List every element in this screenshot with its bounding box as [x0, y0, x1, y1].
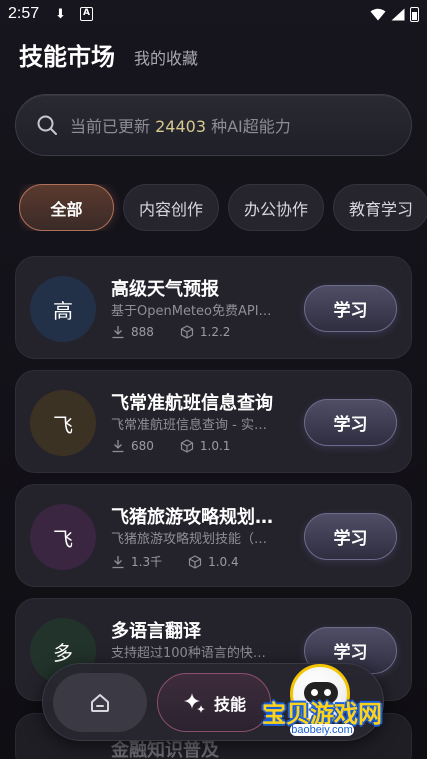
skill-card[interactable]: 飞 飞猪旅游攻略规划… 飞猪旅游攻略规划技能（… 1.3千 1.0.4 学习: [15, 484, 412, 587]
search-suffix: 种AI超能力: [211, 117, 291, 136]
learn-button[interactable]: 学习: [304, 513, 397, 560]
skill-description: 基于OpenMeteo免费API…: [111, 304, 272, 319]
download-icon: ⬇: [55, 7, 66, 22]
version: 1.0.1: [199, 439, 231, 453]
page-title[interactable]: 技能市场: [19, 37, 115, 72]
skill-count: 24403: [155, 117, 207, 136]
signal-icon: [391, 8, 405, 21]
category-chips: 全部 内容创作 办公协作 教育学习: [19, 184, 427, 231]
skill-card[interactable]: 高 高级天气预报 基于OpenMeteo免费API… 888 1.2.2 学习: [15, 256, 412, 359]
version: 1.2.2: [199, 325, 231, 339]
download-count: 1.3千: [131, 555, 163, 569]
skill-title: 飞猪旅游攻略规划…: [111, 507, 273, 528]
tab-my-favorites[interactable]: 我的收藏: [134, 45, 198, 69]
download-count: 680: [131, 439, 154, 453]
package-icon: [188, 554, 202, 569]
package-icon: [180, 439, 194, 453]
chip-all[interactable]: 全部: [19, 184, 114, 231]
skill-meta: 1.3千 1.0.4: [111, 553, 239, 570]
search-placeholder: 当前已更新 24403 种AI超能力: [70, 113, 291, 137]
skill-title: 飞常准航班信息查询: [111, 393, 273, 414]
version: 1.0.4: [208, 554, 239, 569]
status-bar: 2:57 ⬇ A: [0, 0, 427, 30]
chip-office-collab[interactable]: 办公协作: [228, 184, 324, 231]
skill-meta: 888 1.2.2: [111, 325, 230, 339]
skill-title: 高级天气预报: [111, 279, 219, 300]
battery-icon: [410, 7, 419, 22]
search-prefix: 当前已更新: [70, 117, 151, 136]
chip-education[interactable]: 教育学习: [333, 184, 427, 231]
watermark-logo: 宝贝游戏网 baobeiy.com: [252, 664, 392, 749]
avatar: 高: [30, 276, 96, 342]
home-icon: [91, 693, 109, 712]
chip-content-creation[interactable]: 内容创作: [123, 184, 219, 231]
skill-description: 飞猪旅游攻略规划技能（…: [111, 532, 268, 547]
avatar: 飞: [30, 504, 96, 570]
download-count-icon: [112, 440, 124, 453]
search-bar[interactable]: 当前已更新 24403 种AI超能力: [15, 94, 412, 156]
wifi-icon: [370, 8, 386, 21]
status-time: 2:57: [8, 5, 40, 22]
skill-title: 多语言翻译: [111, 621, 201, 642]
skill-meta: 680 1.0.1: [111, 439, 230, 453]
watermark-url: baobeiy.com: [290, 724, 354, 736]
nav-home-button[interactable]: [53, 673, 147, 732]
nav-skill-label: 技能: [213, 694, 246, 714]
learn-button[interactable]: 学习: [304, 285, 397, 332]
a-icon: A: [80, 7, 93, 21]
learn-button[interactable]: 学习: [304, 399, 397, 446]
download-count-icon: [112, 555, 124, 568]
avatar: 飞: [30, 390, 96, 456]
skill-description: 飞常准航班信息查询 - 实…: [111, 418, 267, 433]
skill-card[interactable]: 飞 飞常准航班信息查询 飞常准航班信息查询 - 实… 680 1.0.1 学习: [15, 370, 412, 473]
download-count: 888: [131, 325, 154, 339]
skill-description: 支持超过100种语言的快…: [111, 646, 266, 661]
download-count-icon: [112, 326, 124, 339]
search-icon: [37, 115, 57, 135]
sparkle-icon: [183, 692, 205, 713]
package-icon: [180, 325, 194, 339]
